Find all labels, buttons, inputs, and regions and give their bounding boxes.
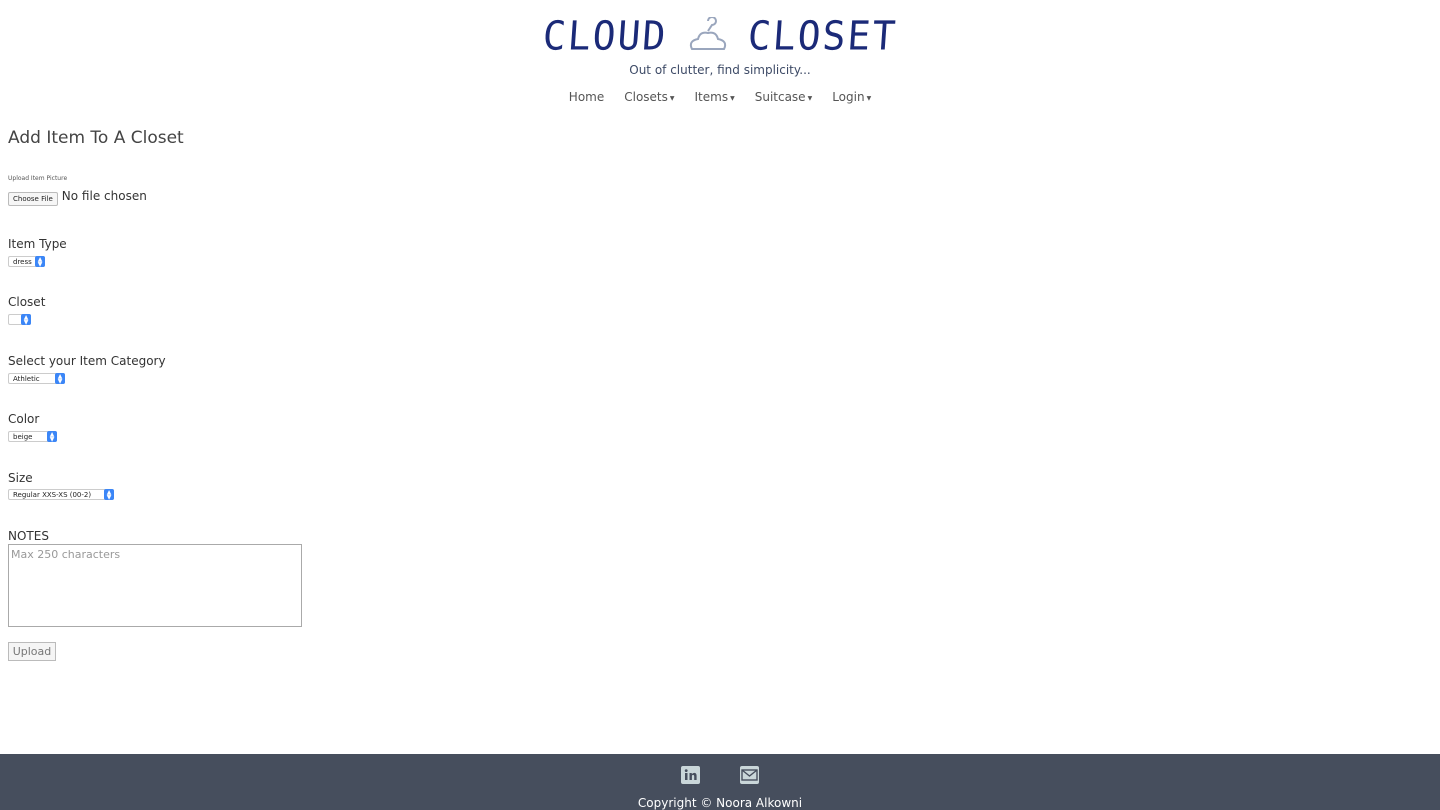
color-select[interactable]: beige ▲ ▼ xyxy=(8,431,57,442)
copyright-text: Copyright © Noora Alkowni xyxy=(637,796,803,810)
upload-picture-label: Upload Item Picture xyxy=(8,175,68,182)
social-links xyxy=(0,766,1440,784)
nav-home-label: Home xyxy=(568,90,605,104)
nav-login-label: Login xyxy=(832,90,865,104)
item-type-value: dress xyxy=(13,257,32,266)
logo-word-closet: CLOSET xyxy=(745,12,899,60)
caret-down-icon: ▼ xyxy=(669,95,675,102)
notes-label: NOTES xyxy=(8,529,49,543)
nav-closets-label: Closets xyxy=(624,90,668,104)
page-title: Add Item To A Closet xyxy=(8,128,184,148)
linkedin-icon[interactable] xyxy=(681,766,700,784)
caret-down-icon: ▼ xyxy=(807,95,813,102)
main-nav: Home Closets ▼ Items ▼ Suitcase ▼ Login … xyxy=(0,90,1440,104)
logo-word-cloud: CLOUD xyxy=(541,12,670,60)
closet-label: Closet xyxy=(8,295,46,309)
tagline: Out of clutter, find simplicity... xyxy=(629,63,811,77)
footer: Copyright © Noora Alkowni xyxy=(0,754,1440,810)
choose-file-button[interactable]: Choose File xyxy=(8,192,58,206)
caret-down-icon: ▼ xyxy=(730,95,735,102)
category-value: Athletic xyxy=(13,374,40,383)
nav-login[interactable]: Login ▼ xyxy=(832,90,871,104)
nav-closets[interactable]: Closets ▼ xyxy=(624,90,674,104)
select-arrows-icon: ▲ ▼ xyxy=(104,489,114,500)
size-value: Regular XXS-XS (00-2) xyxy=(13,490,92,499)
site-logo[interactable]: CLOUD CLOSET xyxy=(0,10,1440,62)
color-value: beige xyxy=(13,432,33,441)
color-label: Color xyxy=(8,412,40,426)
closet-select[interactable]: ▲ ▼ xyxy=(8,314,31,325)
category-select[interactable]: Athletic ▲ ▼ xyxy=(8,373,65,384)
upload-button[interactable]: Upload xyxy=(8,642,56,661)
nav-home[interactable]: Home xyxy=(569,90,604,104)
select-arrows-icon: ▲ ▼ xyxy=(47,431,57,442)
file-input: Choose File No file chosen xyxy=(8,186,147,206)
nav-suitcase-label: Suitcase xyxy=(754,90,806,104)
item-type-select[interactable]: dress ▲ ▼ xyxy=(8,256,45,267)
email-icon[interactable] xyxy=(740,766,759,784)
file-status: No file chosen xyxy=(61,189,147,203)
nav-suitcase[interactable]: Suitcase ▼ xyxy=(755,90,812,104)
size-select[interactable]: Regular XXS-XS (00-2) ▲ ▼ xyxy=(8,489,114,500)
notes-textarea[interactable] xyxy=(8,544,302,627)
item-type-label: Item Type xyxy=(8,237,67,251)
caret-down-icon: ▼ xyxy=(866,95,872,102)
select-arrows-icon: ▲ ▼ xyxy=(55,373,65,384)
size-label: Size xyxy=(8,471,33,485)
nav-items-label: Items xyxy=(694,90,729,104)
category-label: Select your Item Category xyxy=(8,354,166,368)
select-arrows-icon: ▲ ▼ xyxy=(35,256,45,267)
nav-items[interactable]: Items ▼ xyxy=(695,90,735,104)
hanger-cloud-icon xyxy=(689,17,726,50)
select-arrows-icon: ▲ ▼ xyxy=(21,314,31,325)
